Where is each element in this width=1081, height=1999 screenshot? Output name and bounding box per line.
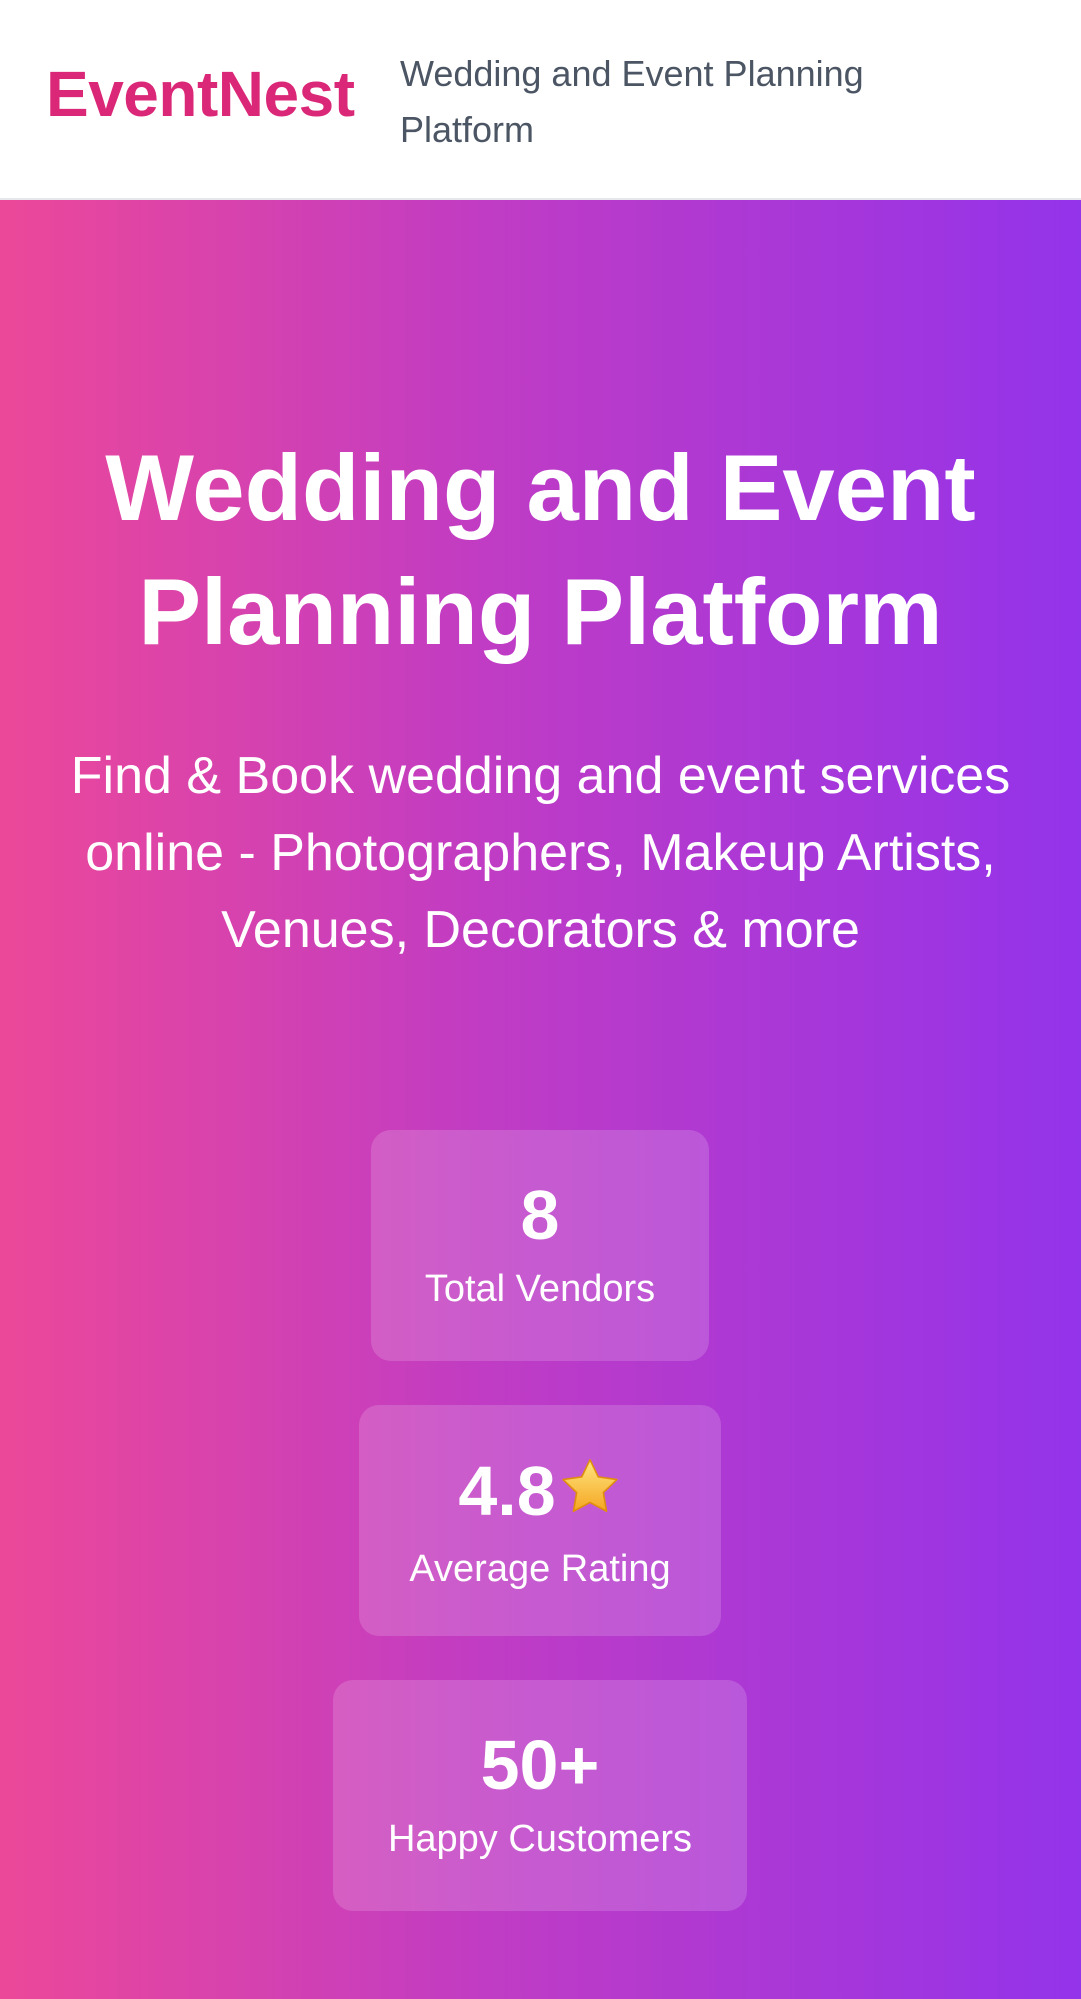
stat-card-average-rating: 4.8 Average Rating <box>359 1405 721 1636</box>
stat-value: 8 <box>520 1176 560 1254</box>
stat-value: 50+ <box>480 1726 600 1804</box>
brand-logo[interactable]: EventNest <box>46 62 355 126</box>
stat-label: Happy Customers <box>387 1818 693 1860</box>
stat-label: Total Vendors <box>424 1268 656 1310</box>
header-tagline: Wedding and Event Planning Platform <box>400 53 864 150</box>
hero-subtitle: Find & Book wedding and event services o… <box>70 747 1011 959</box>
site-header: EventNest Wedding and Event Planning Pla… <box>0 0 1081 200</box>
stat-card-happy-customers: 50+ Happy Customers <box>333 1680 747 1911</box>
hero-section: Wedding and Event Planning Platform Find… <box>0 200 1081 1999</box>
stat-value-row: 4.8 <box>359 1455 721 1530</box>
stat-value: 4.8 <box>458 1452 556 1530</box>
stat-label: Average Rating <box>409 1548 671 1590</box>
hero-title: Wedding and Event Planning Platform <box>105 435 976 664</box>
star-icon <box>558 1455 622 1530</box>
stat-card-total-vendors: 8 Total Vendors <box>371 1130 709 1361</box>
